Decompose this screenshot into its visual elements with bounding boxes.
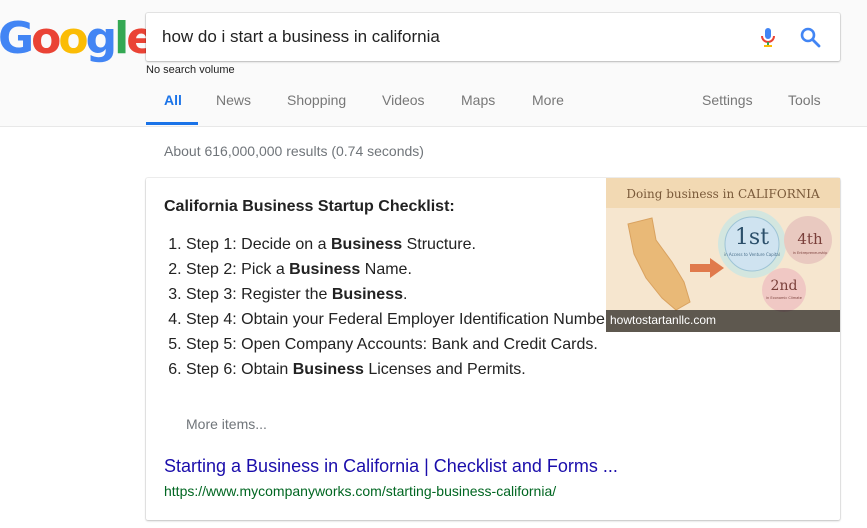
- result-stats: About 616,000,000 results (0.74 seconds): [164, 143, 424, 159]
- tab-settings[interactable]: Settings: [702, 92, 753, 108]
- tab-more[interactable]: More: [532, 92, 564, 108]
- thumbnail-caption: howtostartanllc.com: [606, 310, 840, 332]
- logo-letter: o: [58, 13, 88, 64]
- rank-fourth: 4th: [797, 230, 823, 248]
- list-item: Step 3: Register the Business.: [186, 284, 656, 305]
- steps-list: Step 1: Decide on a Business Structure. …: [164, 234, 656, 384]
- list-item: Step 2: Pick a Business Name.: [186, 259, 656, 280]
- search-volume-note: No search volume: [146, 64, 235, 76]
- logo-letter: G: [0, 13, 34, 64]
- logo-letter: l: [114, 13, 129, 64]
- active-tab-indicator: [146, 122, 198, 125]
- rank-first-caption: in Access to Venture Capital: [724, 252, 780, 257]
- list-item: Step 6: Obtain Business Licenses and Per…: [186, 359, 656, 380]
- search-input[interactable]: [162, 23, 722, 51]
- list-item: Step 5: Open Company Accounts: Bank and …: [186, 334, 656, 355]
- search-icon[interactable]: [798, 25, 822, 49]
- microphone-icon[interactable]: [756, 25, 780, 49]
- infographic-image: Doing business in CALIFORNIA 1st in Acce…: [606, 178, 840, 332]
- rank-first: 1st: [735, 225, 769, 250]
- logo-letter: o: [31, 13, 61, 64]
- list-item: Step 1: Decide on a Business Structure.: [186, 234, 656, 255]
- list-item: Step 4: Obtain your Federal Employer Ide…: [186, 309, 656, 330]
- header-bar: Google No search volume All News Shoppin…: [0, 0, 867, 127]
- tab-videos[interactable]: Videos: [382, 92, 425, 108]
- google-logo[interactable]: Google: [0, 13, 156, 64]
- thumbnail-heading: Doing business in CALIFORNIA: [626, 187, 820, 201]
- more-items-link[interactable]: More items...: [186, 416, 267, 432]
- rank-second-caption: in Economic Climate: [766, 296, 802, 300]
- rank-fourth-caption: in Entrepreneurship: [793, 251, 828, 255]
- tab-shopping[interactable]: Shopping: [287, 92, 346, 108]
- snippet-title: California Business Startup Checklist:: [164, 198, 455, 215]
- featured-snippet: California Business Startup Checklist: S…: [146, 178, 840, 520]
- search-box: [146, 13, 840, 61]
- tab-news[interactable]: News: [216, 92, 251, 108]
- result-title-link[interactable]: Starting a Business in California | Chec…: [164, 456, 618, 477]
- logo-letter: g: [85, 13, 117, 64]
- result-url: https://www.mycompanyworks.com/starting-…: [164, 483, 557, 499]
- rank-second: 2nd: [771, 278, 798, 294]
- thumbnail-source: howtostartanllc.com: [610, 313, 717, 327]
- snippet-thumbnail[interactable]: Doing business in CALIFORNIA 1st in Acce…: [606, 178, 840, 332]
- tab-tools[interactable]: Tools: [788, 92, 821, 108]
- tab-maps[interactable]: Maps: [461, 92, 495, 108]
- tab-all[interactable]: All: [164, 92, 182, 108]
